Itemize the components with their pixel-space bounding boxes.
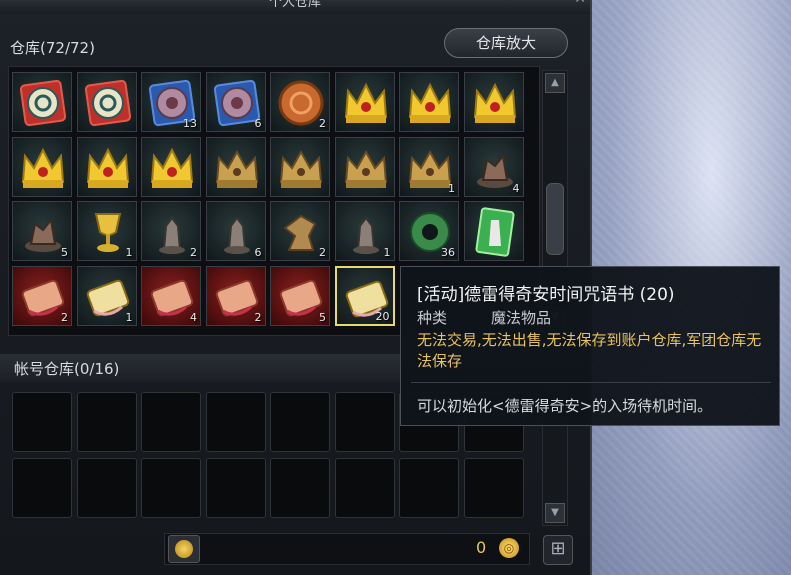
storage-slot[interactable]: 4 [463, 136, 524, 197]
storage-expand-button[interactable]: 仓库放大 [444, 28, 568, 58]
scroll-thumb[interactable] [546, 183, 564, 255]
storage-slot[interactable]: 36 [399, 201, 459, 261]
storage-slot[interactable]: 1 [334, 201, 395, 261]
tooltip-item-name: [活动]德雷得奇安时间咒语书 (20) [417, 285, 675, 305]
tooltip-restrictions: 无法交易,无法出售,无法保存到账户仓库,军团仓库无法保存 [417, 331, 762, 370]
storage-slot[interactable]: 20 [334, 265, 395, 326]
account-storage-slot[interactable] [270, 392, 330, 452]
account-storage-slot[interactable] [334, 458, 395, 518]
slot-quantity: 2 [319, 117, 326, 130]
deposit-money-button[interactable] [168, 535, 200, 563]
blue-rune-tile-icon [19, 79, 67, 127]
sort-grid-button[interactable]: ⊞ [543, 535, 573, 565]
account-storage-slot[interactable] [141, 458, 201, 518]
slot-quantity: 2 [254, 310, 262, 324]
scroll-down-icon[interactable]: ▼ [545, 503, 565, 523]
bronze-crown-icon [344, 149, 387, 188]
gold-crown-icon [408, 82, 452, 123]
storage-slot[interactable] [463, 72, 524, 132]
slot-quantity: 1 [125, 246, 133, 259]
tooltip-type-label: 种类 [417, 309, 448, 327]
storage-slot[interactable]: 1 [76, 265, 137, 326]
slot-quantity: 20 [375, 309, 390, 323]
account-storage-slot[interactable] [270, 458, 330, 518]
storage-slot[interactable]: 2 [205, 265, 266, 326]
account-storage-slot[interactable] [334, 392, 395, 452]
storage-slot[interactable] [463, 201, 524, 261]
storage-slot[interactable] [270, 136, 330, 197]
account-storage-slot[interactable] [76, 458, 137, 518]
slot-quantity: 2 [61, 310, 68, 324]
item-tooltip: [活动]德雷得奇安时间咒语书 (20) 种类 魔法物品 无法交易,无法出售,无法… [400, 266, 780, 426]
slot-quantity: 1 [448, 181, 455, 195]
green-card-icon [474, 207, 515, 257]
storage-slot[interactable]: 1 [399, 136, 459, 197]
account-storage-slot[interactable] [12, 392, 72, 452]
account-storage-slot[interactable] [12, 458, 72, 518]
window-title: 个人仓库 [268, 0, 321, 10]
slot-quantity: 1 [383, 246, 391, 259]
storage-slot[interactable] [12, 136, 72, 197]
storage-slot[interactable]: 5 [270, 265, 330, 326]
gold-crown-icon [344, 82, 387, 123]
close-icon[interactable]: ✕ [574, 0, 586, 6]
storage-slot[interactable]: 6 [205, 201, 266, 261]
account-storage-slot[interactable] [205, 392, 266, 452]
gold-crown-icon [150, 147, 194, 188]
gold-crown-icon [21, 147, 65, 188]
slot-quantity: 1 [125, 310, 133, 324]
storage-slot[interactable]: 2 [141, 201, 201, 261]
tooltip-divider [411, 382, 771, 383]
slot-quantity: 2 [190, 246, 197, 259]
storage-slot[interactable] [334, 72, 395, 132]
slot-quantity: 2 [319, 246, 326, 259]
storage-slot[interactable]: 2 [270, 72, 330, 132]
bronze-crown-icon [279, 149, 323, 188]
storage-slot[interactable]: 2 [12, 265, 72, 326]
storage-slot[interactable] [76, 72, 137, 132]
account-storage-slot[interactable] [205, 458, 266, 518]
gold-crown-icon [473, 82, 516, 123]
blue-rune-tile-icon [84, 79, 131, 127]
account-storage-slot[interactable] [141, 392, 201, 452]
storage-slot[interactable] [76, 136, 137, 197]
gold-coin-icon: ◎ [499, 538, 519, 558]
account-storage-slot[interactable] [463, 458, 524, 518]
bronze-crown-icon [215, 149, 258, 188]
slot-quantity: 36 [441, 246, 455, 259]
slot-quantity: 4 [512, 181, 520, 195]
slot-quantity: 6 [254, 246, 262, 259]
storage-slot[interactable]: 1 [76, 201, 137, 261]
slot-quantity: 6 [254, 117, 262, 130]
storage-slot[interactable]: 6 [205, 72, 266, 132]
storage-slot[interactable] [205, 136, 266, 197]
account-storage-slot[interactable] [399, 458, 459, 518]
storage-slot[interactable] [141, 136, 201, 197]
storage-slot[interactable] [12, 72, 72, 132]
account-storage-slot[interactable] [76, 392, 137, 452]
storage-slot[interactable]: 4 [141, 265, 201, 326]
scroll-up-icon[interactable]: ▲ [545, 73, 565, 93]
storage-slot[interactable]: 2 [270, 201, 330, 261]
storage-slot[interactable] [399, 72, 459, 132]
slot-quantity: 5 [61, 246, 68, 259]
coin-stack-icon [175, 540, 193, 558]
storage-capacity-label: 仓库(72/72) [10, 39, 95, 57]
tooltip-description: 可以初始化<德雷得奇安>的入场待机时间。 [417, 397, 713, 415]
money-amount: 0 [476, 538, 487, 557]
slot-quantity: 4 [190, 310, 197, 324]
storage-slot[interactable]: 13 [141, 72, 201, 132]
gold-crown-icon [86, 147, 129, 188]
storage-slot[interactable]: 5 [12, 201, 72, 261]
slot-quantity: 13 [183, 117, 197, 130]
slot-quantity: 5 [319, 310, 326, 324]
window-title-bar[interactable]: 个人仓库 ✕ [0, 0, 590, 14]
storage-slot[interactable] [334, 136, 395, 197]
tooltip-type-value: 魔法物品 [491, 309, 552, 327]
account-storage-label: 帐号仓库(0/16) [14, 360, 120, 378]
